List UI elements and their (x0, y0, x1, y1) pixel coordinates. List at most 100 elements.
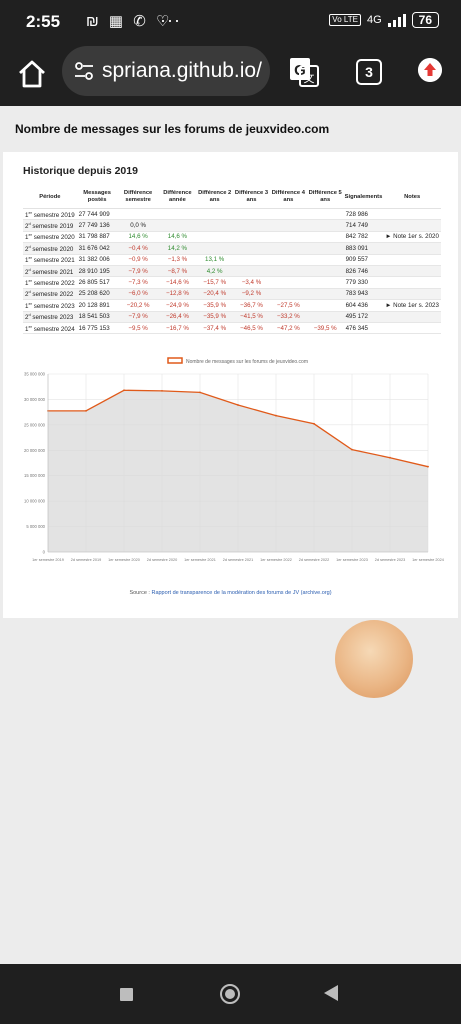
messages-cell: 27 749 136 (76, 219, 118, 232)
translate-icon[interactable]: G 文 (288, 56, 320, 88)
diff-cell: −1,3 % (158, 254, 197, 266)
source-label: Source : (129, 590, 152, 596)
data-point (275, 414, 277, 417)
recent-apps-icon[interactable] (120, 988, 133, 1001)
diff-cell: −7,3 % (117, 276, 159, 289)
data-point (237, 404, 239, 406)
diff-cell: −39,5 % (306, 322, 344, 335)
column-header: Période (23, 186, 77, 209)
home-nav-icon[interactable] (220, 984, 240, 1004)
diff-cell (158, 219, 197, 232)
url-text: spriana.github.io/ (102, 59, 262, 82)
reports-cell: 714 749 (343, 219, 384, 232)
diff-cell: −16,7 % (158, 322, 197, 335)
diff-cell (306, 311, 344, 323)
diff-cell: −37,4 % (196, 322, 234, 335)
x-tick-label: 2d semestre 2019 (71, 558, 101, 562)
status-bar: 2:55 ₪ ▦ ✆ ♡ ··· Vo LTE 4G 76 (0, 0, 461, 44)
diff-cell: −27,5 % (269, 299, 307, 312)
source-link[interactable]: Rapport de transparence de la modération… (151, 590, 331, 596)
diff-cell (269, 276, 307, 289)
data-point (389, 456, 391, 459)
y-tick-label: 15 000 000 (24, 473, 46, 478)
reports-cell: 826 746 (343, 265, 384, 278)
period-cell: 1er semestre 2020 (23, 231, 77, 244)
site-settings-icon[interactable] (74, 62, 94, 80)
diff-cell: −33,2 % (269, 311, 307, 323)
reports-cell: 495 172 (343, 311, 384, 323)
web-page: Nombre de messages sur les forums de jeu… (0, 106, 461, 964)
x-tick-label: 2d semestre 2021 (223, 558, 253, 562)
messages-cell: 31 676 042 (76, 242, 118, 255)
note-cell[interactable]: ► Note 1er s. 2023 (383, 299, 441, 312)
x-tick-label: 2d semestre 2020 (147, 558, 177, 562)
messages-cell: 31 382 006 (76, 254, 118, 266)
column-header: Différence 3 ans (233, 186, 270, 209)
reports-cell: 842 782 (343, 231, 384, 244)
data-point (161, 390, 163, 392)
column-header: Différence 4 ans (269, 186, 307, 209)
data-point (199, 391, 201, 394)
address-bar[interactable]: spriana.github.io/ (62, 46, 270, 96)
note-cell[interactable]: ► Note 1er s. 2020 (383, 231, 441, 244)
diff-cell: −36,7 % (233, 299, 270, 312)
reports-cell: 883 091 (343, 242, 384, 255)
home-icon[interactable] (16, 58, 48, 90)
messages-cell: 26 805 517 (76, 276, 118, 289)
note-cell (383, 288, 441, 301)
diff-cell (306, 288, 344, 301)
period-cell: 1er semestre 2023 (23, 299, 77, 312)
x-tick-label: 1er semestre 2024 (412, 558, 444, 562)
reports-cell: 476 345 (343, 322, 384, 335)
back-icon[interactable] (324, 985, 338, 1001)
table-row: 1er semestre 2024 16 775 153 −9,5 % −16,7 %… (23, 322, 441, 335)
battery-icon: 76 (411, 12, 439, 28)
diff-cell (233, 265, 270, 278)
diff-cell: 14,6 % (117, 231, 159, 244)
y-tick-label: 30 000 000 (24, 397, 46, 402)
diff-cell: −24,9 % (158, 299, 197, 312)
note-cell (383, 276, 441, 289)
diff-cell: −12,8 % (158, 288, 197, 301)
diff-cell (196, 208, 234, 221)
diff-cell: −8,7 % (158, 265, 197, 278)
note-cell (383, 265, 441, 278)
table-header-row: Période Messages postés Différence semestr… (23, 186, 441, 209)
y-tick-label: 20 000 000 (24, 448, 46, 453)
section-title: Historique depuis 2019 (23, 165, 138, 177)
diff-cell: −0,9 % (117, 254, 159, 266)
column-header: Différence 2 ans (196, 186, 234, 209)
diff-cell (269, 219, 307, 232)
note-cell (383, 254, 441, 266)
column-header: Différence année (158, 186, 197, 209)
reports-cell: 604 436 (343, 299, 384, 312)
period-cell: 1er semestre 2019 (23, 208, 77, 221)
reports-cell: 728 986 (343, 208, 384, 221)
y-tick-label: 35 000 000 (24, 372, 46, 377)
diff-cell (233, 219, 270, 232)
x-tick-label: 1er semestre 2021 (184, 558, 216, 562)
table-row: 2d semestre 2021 28 910 195 −7,9 % −8,7 % 4,… (23, 265, 441, 278)
diff-cell (196, 242, 234, 255)
data-point (123, 389, 125, 392)
diff-cell: −6,0 % (117, 288, 159, 301)
diff-cell: −9,2 % (233, 288, 270, 301)
tab-switcher-button[interactable]: 3 (356, 59, 382, 85)
diff-cell: 0,0 % (117, 219, 159, 232)
diff-cell: −14,6 % (158, 276, 197, 289)
period-cell: 2d semestre 2021 (23, 265, 77, 278)
y-tick-label: 5 000 000 (26, 524, 45, 529)
diff-cell: −9,5 % (117, 322, 159, 335)
y-tick-label: 10 000 000 (24, 499, 46, 504)
table-row: 1er semestre 2021 31 382 006 −0,9 % −1,3 % 1… (23, 254, 441, 266)
diff-cell (306, 208, 344, 221)
more-notifications-icon: ··· (160, 10, 181, 30)
period-cell: 1er semestre 2024 (23, 322, 77, 335)
diff-cell (158, 208, 197, 221)
reports-cell: 779 330 (343, 276, 384, 289)
legend-swatch (167, 357, 183, 364)
diff-cell: 4,2 % (196, 265, 234, 278)
messages-cell: 25 208 620 (76, 288, 118, 301)
update-icon[interactable] (418, 58, 442, 82)
note-cell (383, 208, 441, 221)
